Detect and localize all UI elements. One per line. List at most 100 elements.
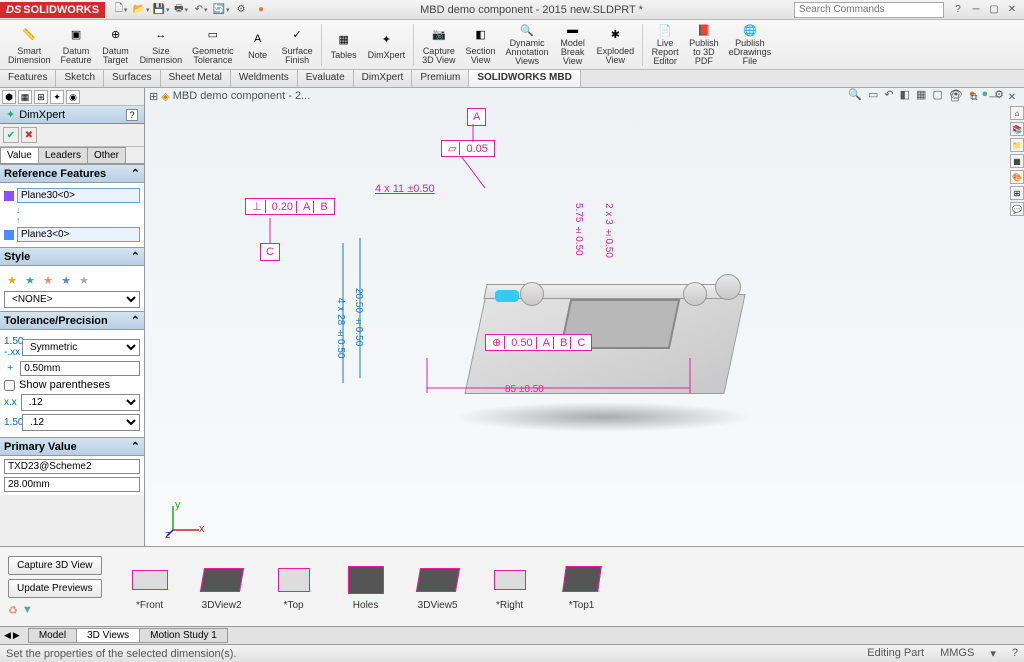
star-yellow-icon[interactable]: ★ (4, 272, 20, 288)
view-thumb-top[interactable]: *Top (270, 562, 318, 611)
tab-sketch[interactable]: Sketch (56, 70, 104, 87)
flyout-tree-item[interactable]: ⊞◈MBD demo component - 2... (149, 90, 310, 103)
dimxpert-button[interactable]: ✦DimXpert (364, 22, 410, 68)
control-frame-1[interactable]: ⊥0.20AB (245, 198, 335, 215)
view-thumb-3dview5[interactable]: 3DView5 (414, 562, 462, 611)
tab-prev-icon[interactable]: ◀ (4, 630, 11, 641)
publish-pdf-button[interactable]: 📕Publishto 3DPDF (685, 22, 723, 68)
subtab-value[interactable]: Value (0, 147, 39, 163)
tp-view-icon[interactable]: ▦ (1010, 154, 1024, 168)
fm-prop-icon[interactable]: ⊞ (34, 90, 48, 104)
recycle-icon[interactable]: ♻ (8, 604, 18, 617)
ok-button[interactable]: ✔ (3, 127, 19, 143)
view-thumb-holes[interactable]: Holes (342, 562, 390, 611)
appearance-icon[interactable]: ● (253, 2, 269, 18)
publish-edrawings-button[interactable]: 🌐PublisheDrawingsFile (725, 22, 776, 68)
vp-restore-icon[interactable]: ⧉ (966, 90, 982, 104)
live-report-button[interactable]: 📄LiveReportEditor (647, 22, 683, 68)
section-view-button[interactable]: ◧SectionView (462, 22, 500, 68)
tp-explorer-icon[interactable]: 📁 (1010, 138, 1024, 152)
note-button[interactable]: ANote (240, 22, 276, 68)
exploded-view-button[interactable]: ✱ExplodedView (593, 22, 639, 68)
tab-sheetmetal[interactable]: Sheet Metal (161, 70, 231, 87)
size-dimension-button[interactable]: ↔SizeDimension (136, 22, 187, 68)
datum-feature-button[interactable]: ▣DatumFeature (57, 22, 96, 68)
star-blue-icon[interactable]: ★ (58, 272, 74, 288)
ref-row-1[interactable]: Plane30<0> (4, 188, 140, 203)
precision1-select[interactable]: .12 (21, 394, 140, 411)
hole-pattern-dim[interactable]: 4 x 11 ±0.50 (375, 183, 435, 195)
display-style-icon[interactable]: ▢ (932, 88, 942, 101)
update-previews-btn[interactable]: Update Previews (8, 579, 102, 598)
tab-next-icon[interactable]: ▶ (13, 630, 20, 641)
btab-3dviews[interactable]: 3D Views (76, 628, 140, 643)
fm-tree-icon[interactable]: ⬢ (2, 90, 16, 104)
save-icon[interactable]: 💾 (153, 2, 169, 18)
cancel-button[interactable]: ✖ (21, 127, 37, 143)
view-thumb-3dview2[interactable]: 3DView2 (198, 562, 246, 611)
expand-icon[interactable]: ⊞ (149, 90, 158, 103)
tp-resources-icon[interactable]: ⌂ (1010, 106, 1024, 120)
tab-surfaces[interactable]: Surfaces (104, 70, 160, 87)
dynamic-annotation-button[interactable]: 🔍DynamicAnnotationViews (502, 22, 553, 68)
help-icon[interactable]: ? (950, 3, 966, 17)
datum-a[interactable]: A (467, 108, 486, 126)
geometric-tolerance-button[interactable]: ▭GeometricTolerance (188, 22, 238, 68)
vp-close-icon[interactable]: ✕ (1004, 90, 1020, 104)
zoom-fit-icon[interactable]: 🔍 (848, 88, 862, 101)
help-badge[interactable]: ? (126, 109, 138, 121)
capture-3dview-button[interactable]: 📷Capture3D View (418, 22, 459, 68)
undo-icon[interactable]: ↶ (193, 2, 209, 18)
star-green-icon[interactable]: ★ (22, 272, 38, 288)
status-units[interactable]: MMGS (940, 647, 974, 660)
precision2-select[interactable]: .12 (22, 414, 140, 431)
tab-premium[interactable]: Premium (412, 70, 469, 87)
subtab-other[interactable]: Other (87, 147, 126, 163)
minimize-icon[interactable]: ─ (968, 3, 984, 17)
tolerance-header[interactable]: Tolerance/Precision⌃ (0, 311, 144, 330)
datum-c[interactable]: C (260, 243, 280, 261)
dim-right-1[interactable]: 5.75 ±0.50 (573, 203, 584, 256)
primary-name-input[interactable] (4, 459, 140, 474)
fm-config-icon[interactable]: ▦ (18, 90, 32, 104)
tab-evaluate[interactable]: Evaluate (298, 70, 354, 87)
control-frame-2[interactable]: ⊕0.50ABC (485, 334, 592, 351)
primary-value-header[interactable]: Primary Value⌃ (0, 437, 144, 456)
subtab-leaders[interactable]: Leaders (38, 147, 88, 163)
show-paren-checkbox[interactable] (4, 380, 15, 391)
datum-target-button[interactable]: ⊕DatumTarget (98, 22, 134, 68)
view-thumb-right[interactable]: *Right (486, 562, 534, 611)
capture-3dview-btn[interactable]: Capture 3D View (8, 556, 102, 575)
tp-library-icon[interactable]: 📚 (1010, 122, 1024, 136)
new-icon[interactable]: 🗋 (113, 2, 129, 18)
dim-vertical-1[interactable]: 20.50 ±0.50 (353, 288, 364, 346)
smart-dimension-button[interactable]: 📏SmartDimension (4, 22, 55, 68)
btab-model[interactable]: Model (28, 628, 77, 643)
swap-up-icon[interactable]: ↑ (16, 215, 140, 225)
view-orient-icon[interactable]: ▦ (916, 88, 926, 101)
star-gray-icon[interactable]: ★ (76, 272, 92, 288)
rebuild-icon[interactable]: 🔄 (213, 2, 229, 18)
status-help-icon[interactable]: ? (1012, 647, 1018, 660)
dim-horizontal[interactable]: 85 ±0.50 (505, 384, 544, 395)
ref-features-header[interactable]: Reference Features⌃ (0, 164, 144, 183)
ref-row-2[interactable]: Plane3<0> (4, 227, 140, 242)
style-header[interactable]: Style⌃ (0, 247, 144, 266)
zoom-area-icon[interactable]: ▭ (868, 88, 878, 101)
flatness-fcf[interactable]: ▱0.05 (441, 140, 495, 157)
options-icon[interactable]: ⚙ (233, 2, 249, 18)
search-commands-input[interactable] (794, 2, 944, 18)
maximize-icon[interactable]: ▢ (986, 3, 1002, 17)
status-custom-icon[interactable]: ▾ (990, 647, 996, 660)
tolerance-value-input[interactable] (20, 361, 140, 376)
tp-appearance-icon[interactable]: 🎨 (1010, 170, 1024, 184)
close-icon[interactable]: ✕ (1004, 3, 1020, 17)
tp-custom-icon[interactable]: ⊞ (1010, 186, 1024, 200)
tolerance-type-select[interactable]: Symmetric (22, 339, 140, 356)
dim-vertical-2[interactable]: 4 x 28 ±0.50 (335, 298, 346, 358)
filter-icon[interactable]: ▼ (22, 604, 33, 617)
star-orange-icon[interactable]: ★ (40, 272, 56, 288)
prev-view-icon[interactable]: ↶ (884, 88, 893, 101)
tab-features[interactable]: Features (0, 70, 56, 87)
section-icon[interactable]: ◧ (900, 88, 910, 101)
